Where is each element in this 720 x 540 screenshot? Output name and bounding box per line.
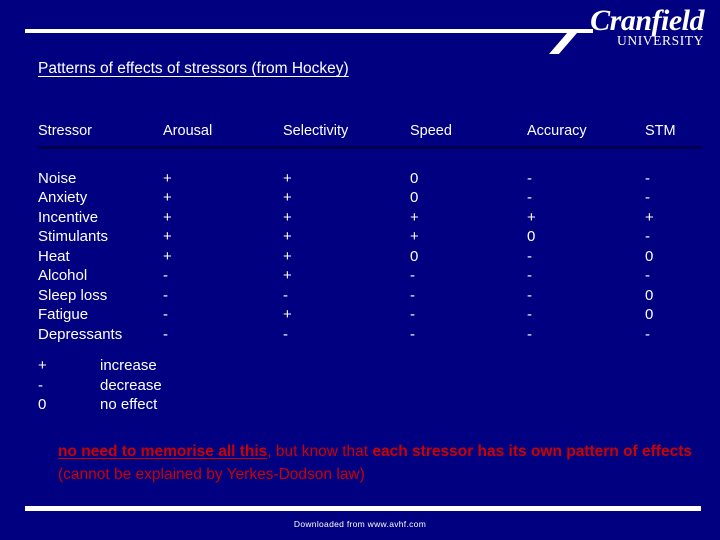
cell-arousal: + — [163, 169, 172, 187]
note-underlined-emphasis: no need to memorise all this — [58, 443, 268, 460]
column-header-stm: STM — [645, 123, 702, 149]
table-header-row: Stressor Arousal Selectivity Speed Accur… — [38, 123, 702, 149]
table-row: Stimulants + + + 0 - — [38, 227, 702, 247]
cell-arousal: + — [163, 208, 172, 226]
cell-speed: + — [410, 208, 419, 226]
stressor-effects-table: Stressor Arousal Selectivity Speed Accur… — [38, 123, 702, 344]
key-takeaway-note: no need to memorise all this, but know t… — [58, 440, 706, 486]
table-row: Noise + + 0 - - — [38, 169, 702, 189]
column-header-accuracy: Accuracy — [527, 123, 645, 149]
header-divider-rule — [25, 29, 593, 33]
legend-item: 0 no effect — [38, 395, 162, 415]
cell-stressor: Heat — [38, 247, 70, 265]
table-row: Incentive + + + + + — [38, 208, 702, 228]
cell-accuracy: - — [527, 189, 532, 206]
cell-selectivity: + — [283, 189, 292, 206]
cell-stressor: Depressants — [38, 325, 123, 343]
cell-stressor: Fatigue — [38, 306, 89, 323]
cell-stressor: Alcohol — [38, 267, 88, 284]
note-plain-text-2: (cannot be explained by Yerkes-Dodson la… — [58, 466, 365, 483]
table-row: Sleep loss - - - - 0 — [38, 286, 702, 306]
cell-selectivity: + — [283, 228, 292, 245]
cell-speed: 0 — [410, 169, 419, 187]
column-header-speed: Speed — [410, 123, 527, 149]
stressor-effects-table-wrapper: Stressor Arousal Selectivity Speed Accur… — [38, 123, 702, 344]
table-row: Heat + + 0 - 0 — [38, 247, 702, 267]
cell-arousal: - — [163, 286, 168, 304]
table-row: Anxiety + + 0 - - — [38, 188, 702, 208]
footer-divider-rule — [25, 506, 701, 511]
cell-stm: - — [645, 169, 650, 187]
cell-arousal: + — [163, 228, 172, 245]
cell-accuracy: - — [527, 169, 532, 187]
legend-symbol: 0 — [38, 396, 47, 413]
cell-stressor: Anxiety — [38, 189, 88, 206]
table-row: Alcohol - + - - - — [38, 266, 702, 286]
column-header-selectivity: Selectivity — [283, 123, 410, 149]
cell-accuracy: - — [527, 306, 532, 323]
cell-speed: - — [410, 267, 415, 284]
cell-accuracy: - — [527, 247, 532, 265]
legend-label: decrease — [100, 376, 162, 394]
cell-accuracy: - — [527, 286, 532, 304]
cell-selectivity: + — [283, 247, 292, 265]
legend: + increase - decrease 0 no effect — [38, 356, 162, 415]
cell-selectivity: + — [283, 267, 292, 284]
cell-selectivity: - — [283, 325, 288, 343]
note-plain-text-1: , but know that — [267, 443, 373, 460]
cell-stm: 0 — [645, 247, 654, 265]
cell-accuracy: - — [527, 267, 532, 284]
cell-stm: 0 — [645, 306, 654, 323]
cell-selectivity: - — [283, 286, 288, 304]
cell-speed: 0 — [410, 247, 419, 265]
legend-symbol: + — [38, 357, 47, 374]
cell-accuracy: - — [527, 325, 532, 343]
cell-arousal: + — [163, 189, 172, 206]
cranfield-university-logo: Cranfield UNIVERSITY — [546, 6, 706, 54]
logo-wordmark: Cranfield — [590, 4, 704, 37]
cell-arousal: - — [163, 325, 168, 343]
cell-speed: 0 — [410, 189, 419, 206]
legend-label: no effect — [100, 396, 158, 413]
cell-speed: - — [410, 325, 415, 343]
cell-selectivity: + — [283, 306, 292, 323]
cell-stressor: Incentive — [38, 208, 99, 226]
cell-accuracy: + — [527, 208, 536, 226]
slide-canvas: Cranfield UNIVERSITY Patterns of effects… — [0, 0, 720, 540]
cell-arousal: + — [163, 247, 172, 265]
column-header-arousal: Arousal — [163, 123, 283, 149]
cell-stm: - — [645, 325, 650, 343]
cell-speed: - — [410, 306, 415, 323]
cell-stm: - — [645, 228, 650, 245]
table-row: Depressants - - - - - — [38, 325, 702, 345]
cell-arousal: - — [163, 306, 168, 323]
cell-stm: 0 — [645, 286, 654, 304]
cell-stm: - — [645, 267, 650, 284]
table-row: Fatigue - + - - 0 — [38, 305, 702, 325]
footer-attribution: Downloaded from www.avhf.com — [293, 519, 427, 529]
table-spacer-row — [38, 148, 702, 169]
column-header-stressor: Stressor — [38, 123, 163, 149]
cell-stressor: Stimulants — [38, 228, 109, 245]
legend-label: increase — [100, 357, 157, 374]
cell-speed: - — [410, 286, 415, 304]
cell-speed: + — [410, 228, 419, 245]
cell-accuracy: 0 — [527, 228, 536, 245]
legend-item: + increase — [38, 356, 162, 376]
cell-stressor: Noise — [38, 169, 77, 187]
cell-stm: - — [645, 189, 650, 206]
cell-arousal: - — [163, 267, 168, 284]
note-bold-emphasis: each stressor has its own pattern of eff… — [372, 443, 692, 460]
cell-stm: + — [645, 208, 654, 226]
legend-symbol: - — [38, 376, 43, 394]
cell-selectivity: + — [283, 169, 292, 187]
page-title: Patterns of effects of stressors (from H… — [38, 60, 349, 77]
cell-selectivity: + — [283, 208, 292, 226]
cell-stressor: Sleep loss — [38, 286, 108, 304]
legend-item: - decrease — [38, 376, 162, 396]
